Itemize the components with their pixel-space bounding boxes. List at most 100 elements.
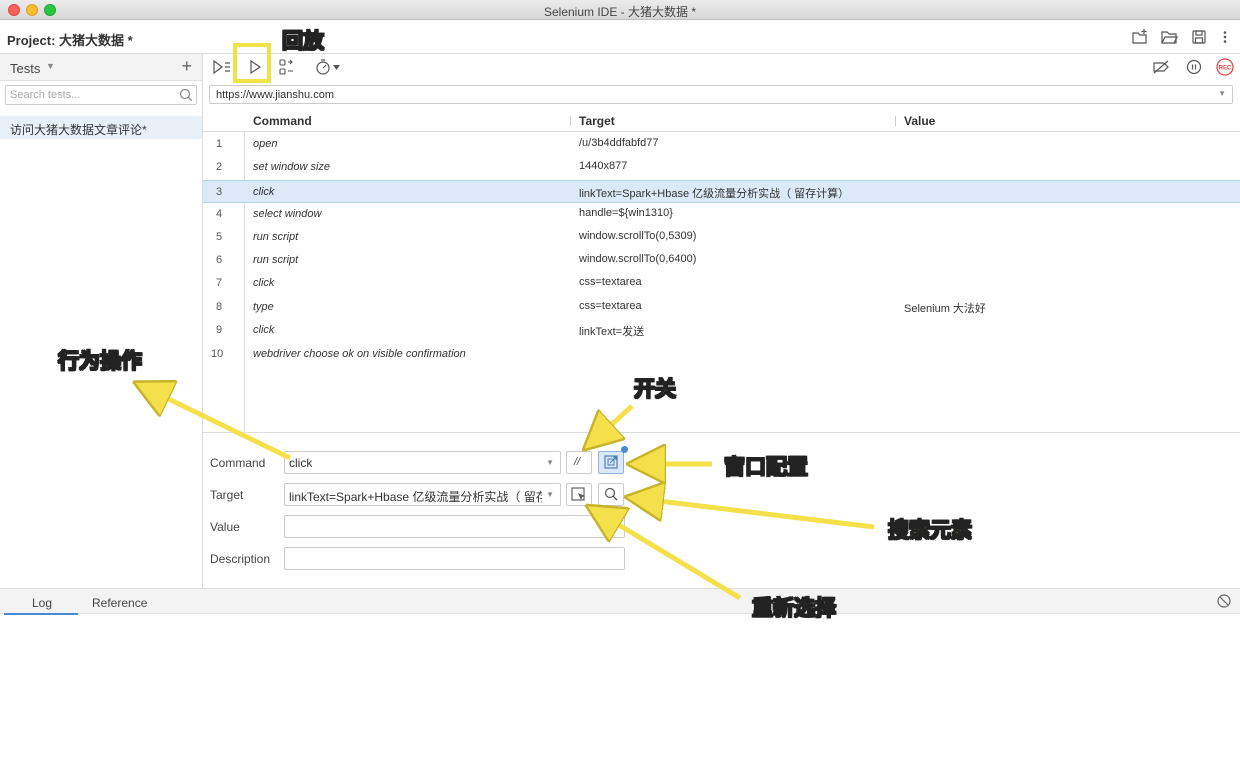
row-target: window.scrollTo(0,5309) [579,230,697,242]
table-row[interactable]: 1 open /u/3b4ddfabfd77 [203,133,1240,156]
find-target-button[interactable] [598,483,624,506]
row-command: type [253,301,274,313]
row-target: /u/3b4ddfabfd77 [579,137,659,149]
table-row[interactable]: 10 webdriver choose ok on visible confir… [203,343,1240,366]
chevron-down-icon[interactable]: ▼ [46,61,55,71]
playback-highlight-box [233,43,271,83]
target-select[interactable]: linkText=Spark+Hbase 亿级流量分析实战（ 留存计 ▼ [284,483,561,506]
search-icon [178,87,194,103]
row-target: window.scrollTo(0,6400) [579,253,697,265]
value-label: Value [210,520,240,534]
row-command: click [253,277,275,289]
row-number: 9 [216,324,223,336]
window-title: Selenium IDE - 大猪大数据 * [543,5,697,19]
row-command: set window size [253,161,331,173]
annotation-playback: 回放 [282,29,325,54]
command-value: click [289,456,313,470]
table-row[interactable]: 8 type css=textarea Selenium 大法好 [203,296,1240,319]
chevron-down-icon[interactable]: ▼ [546,458,554,467]
description-input[interactable] [284,547,625,570]
record-icon[interactable]: REC [1215,57,1235,77]
pause-icon[interactable] [1184,57,1204,77]
row-number: 10 [211,348,224,360]
row-command: webdriver choose ok on visible confirmat… [253,348,466,360]
toggle-comment-button[interactable]: // [566,451,592,474]
step-over-icon[interactable] [277,57,297,77]
toggle-comment-label: // [574,456,581,468]
row-number: 8 [216,301,223,313]
project-bar: Project: 大猪大数据 * [0,20,1240,54]
search-icon [604,487,618,501]
row-command: click [253,186,275,198]
row-command: run script [253,254,299,266]
command-table: Command Target Value 1 open /u/3b4ddfabf… [203,110,1240,433]
row-number: 2 [216,161,223,173]
column-header-command: Command [253,114,312,128]
table-row[interactable]: 7 click css=textarea [203,272,1240,295]
notification-dot [621,446,628,453]
toolbar: REC [203,54,1240,81]
chevron-down-icon[interactable]: ▼ [546,490,554,499]
save-project-icon[interactable] [1190,28,1208,46]
row-number: 3 [216,186,223,198]
bottom-panel: Log Reference [0,588,1240,615]
column-header-target: Target [579,114,615,128]
command-editor: Command click ▼ // Target linkText=Spark… [203,434,1240,588]
column-divider[interactable] [570,116,571,126]
row-target: handle=${win1310} [579,207,673,219]
annotation-action: 行为操作 [58,349,143,374]
annotation-reselect: 重新选择 [752,596,837,621]
column-header-value: Value [904,114,936,128]
annotation-search-element: 搜索元素 [888,518,973,543]
open-window-config-button[interactable] [598,446,628,474]
target-label: Target [210,488,244,502]
tests-dropdown[interactable]: Tests [10,61,40,76]
row-value: Selenium 大法好 [904,303,986,315]
annotation-toggle: 开关 [634,377,677,402]
chevron-down-icon[interactable]: ▼ [1218,89,1226,98]
tests-header: Tests ▼ + [0,54,202,81]
search-tests-box [5,85,197,105]
table-row[interactable]: 2 set window size 1440x877 [203,156,1240,179]
row-command: run script [253,231,299,243]
description-label: Description [210,552,271,566]
open-project-icon[interactable] [1160,28,1178,46]
base-url-select[interactable]: https://www.jianshu.com ▼ [209,85,1233,104]
clear-log-icon[interactable] [1216,593,1232,612]
row-command: click [253,324,275,336]
select-target-icon [571,487,585,501]
run-all-tests-icon[interactable] [212,57,232,77]
column-divider[interactable] [895,116,896,126]
table-row[interactable]: 4 select window handle=${win1310} [203,203,1240,226]
table-row-selected[interactable]: 3 click linkText=Spark+Hbase 亿级流量分析实战（ 留… [203,180,1240,203]
project-name[interactable]: 大猪大数据 * [59,33,133,48]
speed-timer-icon[interactable] [314,57,344,77]
project-title: Project: 大猪大数据 * [7,30,133,49]
row-number: 1 [216,138,223,150]
table-row[interactable]: 5 run script window.scrollTo(0,5309) [203,226,1240,249]
row-command: select window [253,208,322,220]
row-number: 5 [216,231,223,243]
project-label: Project: [7,33,56,48]
row-target: linkText=发送 [579,326,645,338]
table-row[interactable]: 9 click linkText=发送 [203,319,1240,342]
select-target-button[interactable] [566,483,592,506]
new-project-icon[interactable] [1131,28,1149,46]
value-input[interactable] [284,515,625,538]
svg-text:REC: REC [1219,66,1232,72]
table-row[interactable]: 6 run script window.scrollTo(0,6400) [203,249,1240,272]
row-number: 6 [216,254,223,266]
base-url-value: https://www.jianshu.com [216,89,334,101]
tab-reference[interactable]: Reference [92,596,147,610]
row-target: css=textarea [579,300,642,312]
disable-breakpoints-icon[interactable] [1151,57,1171,77]
tab-log[interactable]: Log [4,596,79,615]
command-label: Command [210,456,266,470]
row-number: 4 [216,208,223,220]
search-tests-input[interactable] [6,86,166,104]
more-options-icon[interactable] [1216,28,1234,46]
test-item[interactable]: 访问大猪大数据文章评论* [0,116,202,139]
add-test-button[interactable]: + [181,56,192,77]
tests-sidebar: Tests ▼ + 访问大猪大数据文章评论* [0,54,203,588]
command-select[interactable]: click ▼ [284,451,561,474]
